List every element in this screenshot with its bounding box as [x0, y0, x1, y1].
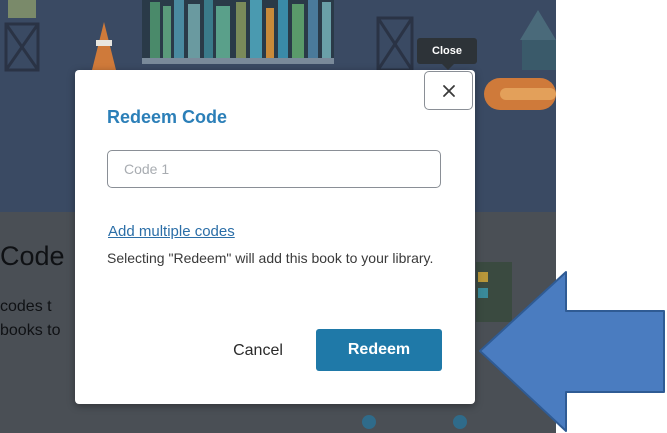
dialog-title: Redeem Code — [107, 107, 228, 127]
code-input[interactable] — [107, 150, 441, 188]
close-button[interactable] — [424, 71, 473, 110]
add-multiple-codes-link[interactable]: Add multiple codes — [108, 223, 235, 240]
redeem-info-text: Selecting "Redeem" will add this book to… — [107, 250, 434, 266]
page-margin — [556, 0, 667, 433]
tooltip-pointer — [442, 64, 454, 70]
background-line-1: codes t — [0, 298, 52, 315]
redeem-button[interactable]: Redeem — [316, 329, 442, 371]
close-icon — [442, 84, 455, 97]
redeem-code-dialog: Redeem Code Add multiple codes Selecting… — [75, 70, 475, 404]
background-line-2: books to — [0, 322, 61, 339]
close-tooltip: Close — [417, 38, 477, 64]
cancel-button[interactable]: Cancel — [220, 338, 296, 364]
background-heading: Code — [0, 241, 65, 271]
